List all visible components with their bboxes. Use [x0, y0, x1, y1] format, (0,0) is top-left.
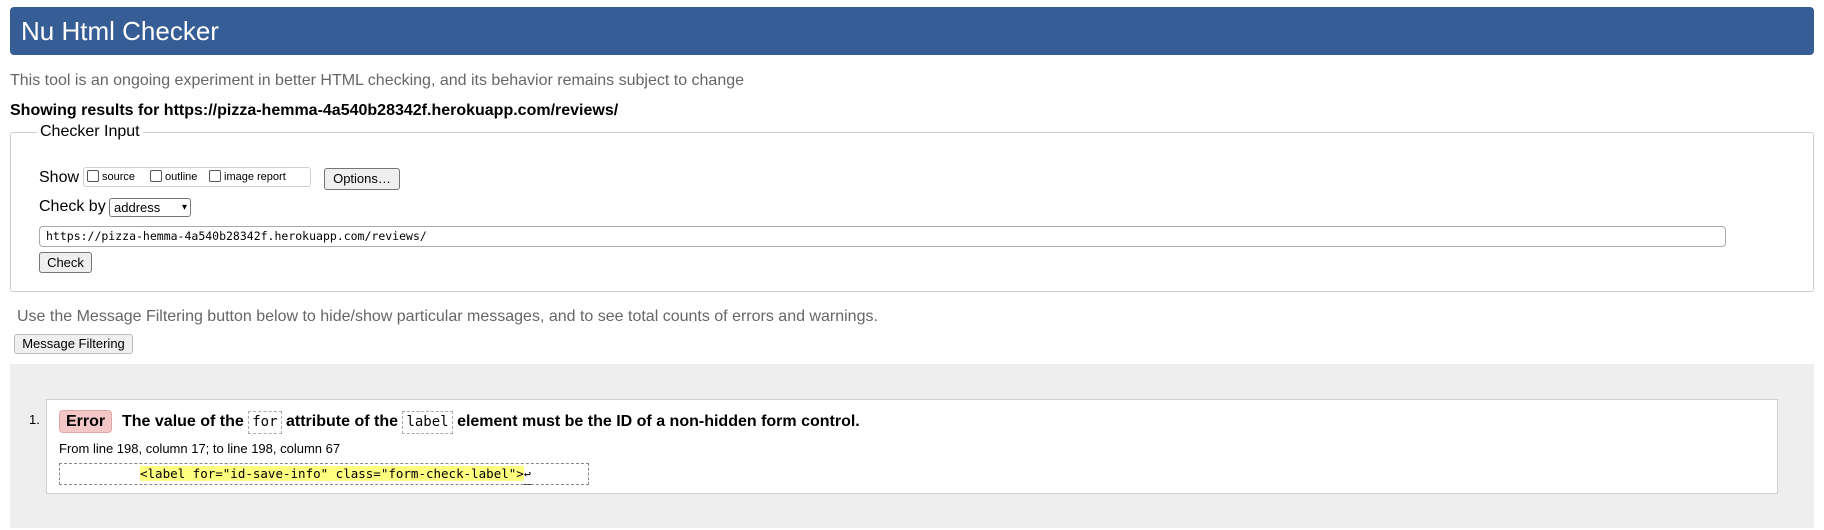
chevron-down-icon: ▾	[181, 202, 187, 213]
check-by-value: address	[114, 200, 161, 215]
show-source-option[interactable]: source	[87, 170, 135, 183]
message-text-3: element must be the ID of a non-hidden f…	[457, 413, 860, 430]
extract-highlight: <label for="id-save-info" class="form-ch…	[140, 466, 524, 481]
show-label: Show	[39, 169, 80, 186]
intro-text: This tool is an ongoing experiment in be…	[10, 72, 745, 89]
source-checkbox[interactable]	[87, 170, 99, 182]
image-report-label: image report	[224, 171, 286, 183]
check-button[interactable]: Check	[39, 252, 92, 273]
error-badge: Error	[59, 410, 113, 433]
show-options-box: source outline image report	[83, 167, 311, 187]
page-title: Nu Html Checker	[21, 16, 219, 46]
show-image-report-option[interactable]: image report	[209, 170, 286, 183]
page-header: Nu Html Checker	[10, 7, 1814, 55]
message-number: 1.	[29, 412, 40, 427]
code-label: label	[402, 411, 453, 434]
filter-note: Use the Message Filtering button below t…	[17, 308, 878, 325]
outline-checkbox[interactable]	[150, 170, 162, 182]
image-report-checkbox[interactable]	[209, 170, 221, 182]
check-by-row: Check by address ▾	[39, 198, 191, 217]
options-button[interactable]: Options…	[324, 168, 400, 190]
code-for: for	[248, 411, 282, 434]
message-filtering-button[interactable]: Message Filtering	[14, 334, 133, 354]
source-label: source	[102, 171, 136, 183]
return-icon: ↩	[523, 464, 532, 485]
results-heading: Showing results for https://pizza-hemma-…	[10, 102, 619, 119]
results-panel: 1. Error The value of the for attribute …	[10, 364, 1814, 528]
outline-label: outline	[165, 171, 198, 183]
url-input[interactable]: https://pizza-hemma-4a540b28342f.herokua…	[39, 226, 1726, 247]
message-text-2: attribute of the	[286, 413, 398, 430]
message-extract: <label for="id-save-info" class="form-ch…	[59, 463, 589, 485]
message-location: From line 198, column 17; to line 198, c…	[59, 441, 341, 456]
message-text-1: The value of the	[122, 413, 244, 430]
show-outline-option[interactable]: outline	[150, 170, 197, 183]
check-by-select[interactable]: address ▾	[109, 198, 191, 217]
checker-input-legend: Checker Input	[37, 123, 143, 141]
check-by-label: Check by	[39, 198, 106, 215]
message-item: Error The value of the for attribute of …	[46, 399, 1778, 494]
message-title: The value of the for attribute of the la…	[122, 410, 860, 434]
checker-input-fieldset: Checker Input Show source outline image …	[10, 123, 1814, 292]
